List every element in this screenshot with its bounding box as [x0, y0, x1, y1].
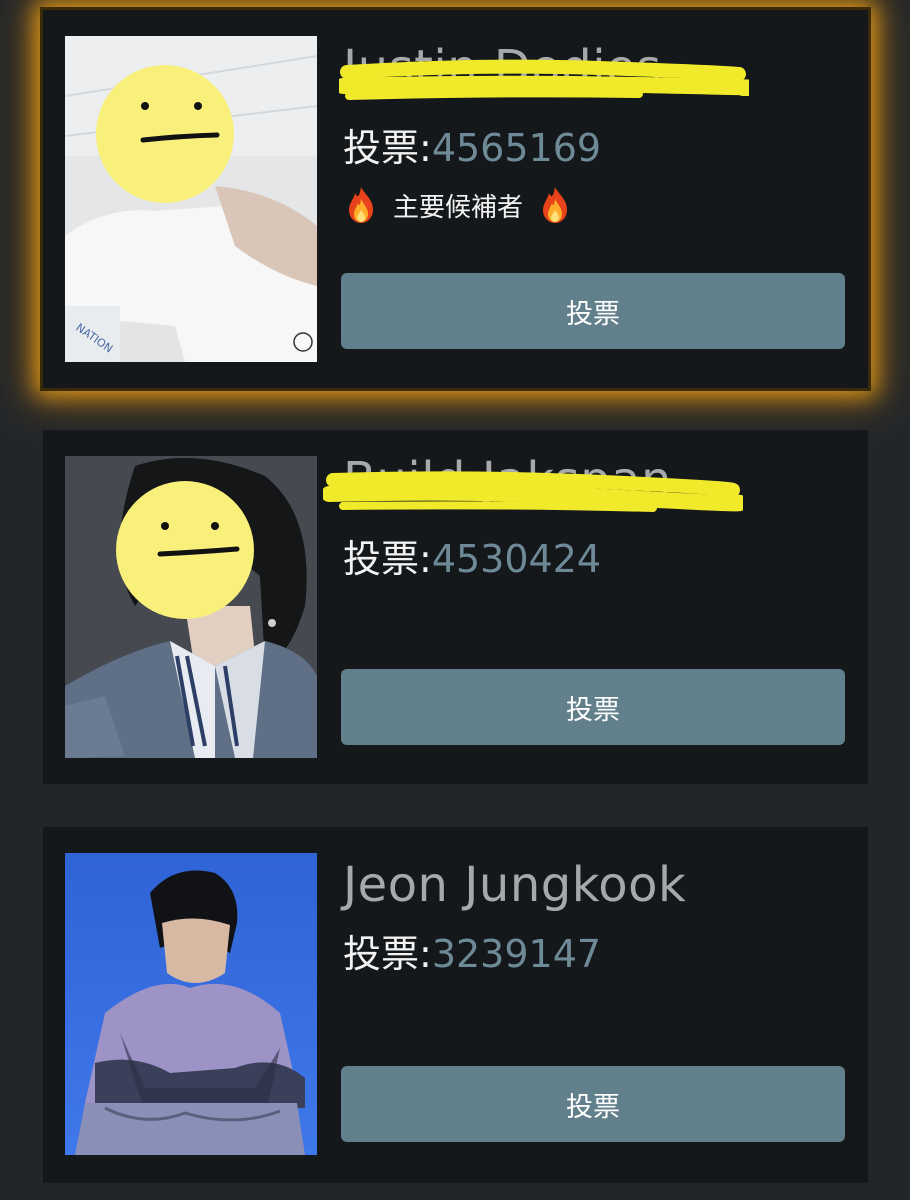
- fire-icon: [349, 187, 373, 223]
- candidate-list: NATION Justin Dodies 投票:4565169 主要候補者 投票…: [0, 0, 910, 1200]
- candidate-photo-2: [65, 456, 317, 758]
- redacted-face-icon: [116, 481, 254, 619]
- leading-candidate-badge: 主要候補者: [343, 185, 573, 225]
- vote-button-3[interactable]: 投票: [341, 1066, 845, 1142]
- fire-icon: [543, 187, 568, 223]
- candidate-card-1: NATION Justin Dodies 投票:4565169 主要候補者 投票: [43, 10, 868, 388]
- badge-text: 主要候補者: [393, 192, 524, 223]
- candidate-name-3: Jeon Jungkook: [343, 857, 687, 913]
- vote-label: 投票:: [343, 537, 432, 581]
- candidate-photo-3: [65, 853, 317, 1155]
- vote-count-2: 投票:4530424: [343, 528, 601, 583]
- vote-button-2[interactable]: 投票: [341, 669, 845, 745]
- vote-label: 投票:: [343, 932, 432, 976]
- candidate-name-2: Build Jakspan: [343, 452, 672, 508]
- vote-count-value: 4565169: [431, 126, 602, 170]
- vote-label: 投票:: [343, 126, 432, 170]
- vote-count-value: 3239147: [431, 932, 602, 976]
- candidate-card-2: Build Jakspan 投票:4530424 投票: [43, 430, 868, 784]
- candidate-photo-1: NATION: [65, 36, 317, 362]
- candidate-card-3: Jeon Jungkook 投票:3239147 投票: [43, 827, 868, 1183]
- vote-count-value: 4530424: [431, 537, 602, 581]
- vote-button-1[interactable]: 投票: [341, 273, 845, 349]
- vote-count-3: 投票:3239147: [343, 923, 601, 978]
- vote-count-1: 投票:4565169: [343, 117, 601, 172]
- redacted-face-icon: [96, 65, 234, 203]
- candidate-name-1: Justin Dodies: [343, 40, 662, 96]
